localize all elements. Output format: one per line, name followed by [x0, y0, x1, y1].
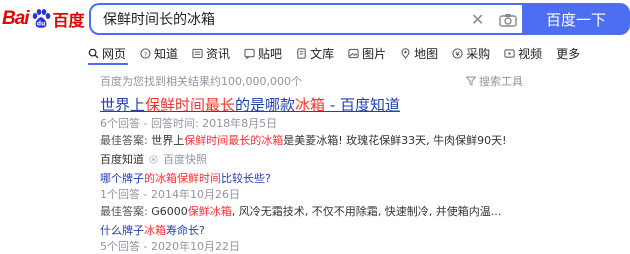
- search-box: ✕: [89, 3, 522, 35]
- result-title-3[interactable]: 什么牌子冰箱寿命长?: [100, 222, 205, 238]
- filter-icon: [466, 76, 476, 86]
- snapshot-icon: [149, 154, 158, 164]
- result-title-1[interactable]: 世界上保鲜时间最长的是哪款冰箱 - 百度知道: [100, 94, 400, 115]
- active-tab-indicator: [88, 63, 128, 65]
- tab-wenku[interactable]: 文库: [296, 44, 334, 62]
- result-meta-1: 6个回答 - 回答时间: 2018年8月5日: [100, 117, 278, 130]
- map-icon: [401, 47, 410, 59]
- result-answer-2: 最佳答案: G6000保鲜冰箱, 风冷无霜技术, 不仅不用除霜, 快速制冷, 并…: [100, 205, 502, 218]
- result-answer-1: 最佳答案: 世界上保鲜时间最长的冰箱是美菱冰箱! 玫瑰花保鲜33天, 牛肉保鲜9…: [100, 134, 507, 147]
- result-meta-2: 1个回答 - 2014年10月26日: [100, 188, 240, 201]
- search-tabs: 网页 ? 知道 资讯 贴吧 文库 图片 地图 采购 视频 更多: [88, 44, 580, 62]
- tab-zhidao[interactable]: ? 知道: [140, 44, 178, 62]
- logo-text-baidu: 百度: [52, 11, 85, 30]
- tab-purchase[interactable]: 采购: [452, 44, 490, 62]
- search-icon: [88, 48, 99, 59]
- tab-web[interactable]: 网页: [88, 44, 126, 62]
- tab-news[interactable]: 资讯: [192, 44, 230, 62]
- tab-tieba[interactable]: 贴吧: [244, 44, 282, 62]
- result-meta-3: 5个回答 - 2020年10月22日: [100, 240, 240, 253]
- search-button[interactable]: 百度一下: [522, 3, 630, 35]
- purchase-icon: [452, 47, 463, 59]
- tab-images[interactable]: 图片: [348, 44, 386, 62]
- svg-text:?: ?: [144, 50, 147, 58]
- search-input[interactable]: [103, 5, 463, 33]
- paw-icon: du: [32, 9, 50, 28]
- tab-more[interactable]: 更多: [556, 44, 580, 62]
- result-count: 百度为您找到相关结果约100,000,000个: [100, 75, 302, 88]
- tieba-icon: [244, 48, 255, 59]
- question-icon: ?: [140, 47, 151, 59]
- tab-video[interactable]: 视频: [504, 44, 542, 62]
- snapshot-link[interactable]: 百度快照: [163, 151, 207, 167]
- document-icon: [297, 47, 306, 59]
- source-link[interactable]: 百度知道: [100, 151, 144, 167]
- news-icon: [192, 48, 203, 58]
- video-icon: [504, 48, 515, 58]
- logo-text-bai: Bai: [2, 8, 30, 29]
- image-icon: [348, 48, 359, 58]
- search-tools-button[interactable]: 搜索工具: [466, 73, 523, 89]
- tab-map[interactable]: 地图: [400, 44, 438, 62]
- result-source-1: 百度知道 百度快照: [100, 151, 207, 167]
- close-icon[interactable]: ✕: [471, 10, 484, 29]
- baidu-logo[interactable]: Bai du 百度: [2, 8, 85, 30]
- result-title-2[interactable]: 哪个牌子的冰箱保鲜时间比较长些?: [100, 170, 271, 186]
- svg-text:du: du: [36, 21, 45, 28]
- camera-icon[interactable]: [499, 13, 517, 27]
